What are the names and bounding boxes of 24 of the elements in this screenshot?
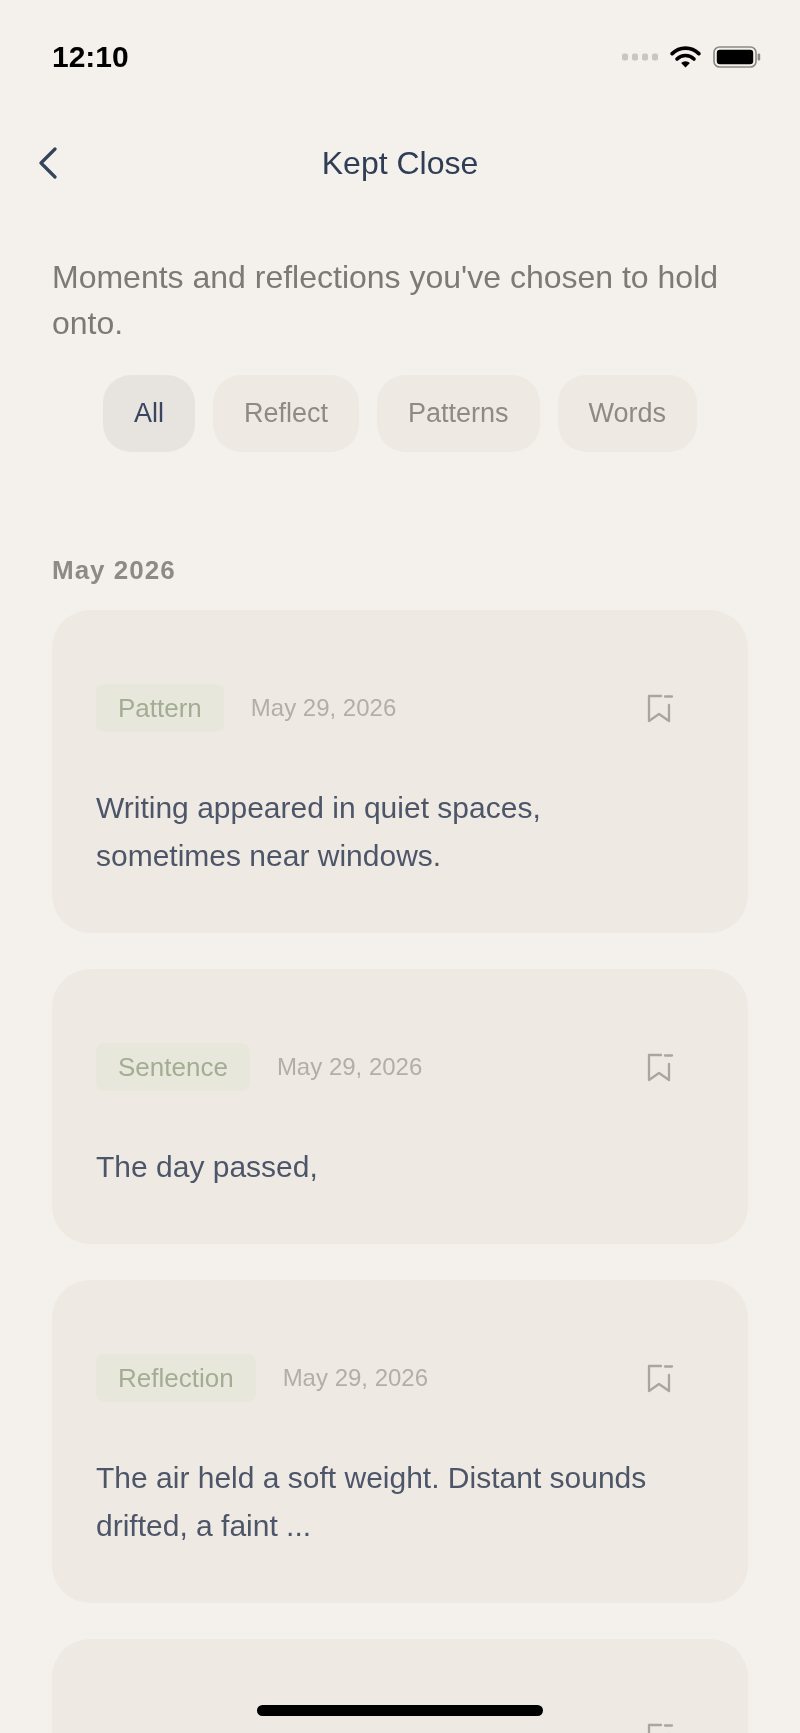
bookmark-icon[interactable] — [647, 1052, 674, 1082]
category-tag: Reflection — [96, 1354, 256, 1402]
bookmark-icon[interactable] — [647, 693, 674, 723]
entry-text: The day passed, — [96, 1149, 319, 1185]
entry-text: The air held a soft weight. Distant sounds drifted, a faint ... — [96, 1460, 648, 1544]
entry-date: May 29, 2026 — [250, 693, 397, 723]
entry-date: May 29, 2026 — [282, 1363, 429, 1393]
section-heading: May 2026 — [52, 555, 177, 585]
chevron-left-icon[interactable] — [38, 147, 58, 179]
page-title: Kept Close — [321, 144, 479, 183]
entry-card[interactable]: Reflection May 29, 2026 The air held a soft weight. Distant sounds drifted, a faint ... — [52, 1280, 748, 1603]
entry-date: May 29, 2026 — [276, 1052, 423, 1082]
signal-icon — [622, 53, 658, 61]
battery-icon — [713, 46, 761, 68]
page-subtitle: Moments and reflections you've chosen to hold onto. — [52, 258, 720, 343]
category-tag: Sentence — [96, 1043, 250, 1091]
category-tag: Pattern — [96, 684, 224, 732]
entry-card[interactable]: Sentence May 29, 2026 The day passed, — [52, 969, 748, 1244]
entry-card[interactable]: Pattern May 29, 2026 Writing appeared in quiet spaces, sometimes near windows. — [52, 610, 748, 933]
status-time: 12:10 — [52, 42, 129, 72]
wifi-icon — [670, 46, 701, 68]
filter-tab[interactable]: All — [102, 375, 195, 452]
entry-text: Writing appeared in quiet spaces, sometimes near windows. — [96, 790, 542, 874]
bookmark-icon[interactable] — [647, 1363, 674, 1393]
